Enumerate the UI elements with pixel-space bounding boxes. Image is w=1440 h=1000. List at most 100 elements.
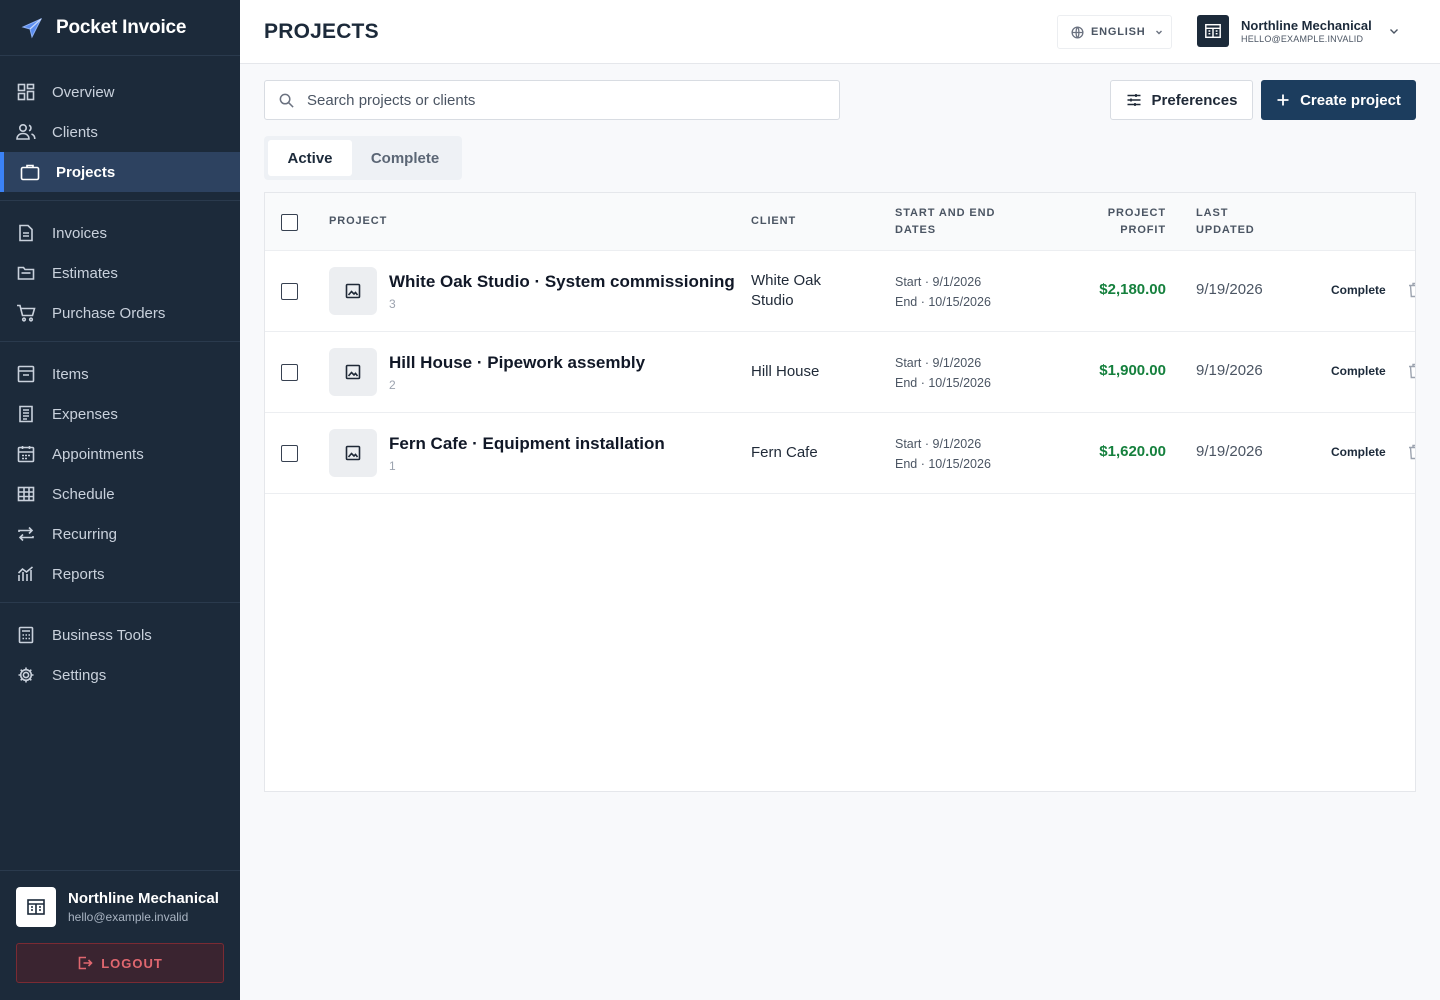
client-name: Hill House [751, 362, 819, 382]
preferences-button[interactable]: Preferences [1110, 80, 1253, 120]
delete-icon[interactable] [1408, 444, 1415, 465]
sidebar-item-label: Recurring [52, 525, 118, 543]
sidebar-footer: Northline Mechanical hello@example.inval… [0, 870, 240, 1000]
project-number: 1 [389, 459, 396, 473]
column-header-profit-line1: PROJECT [1107, 207, 1166, 219]
project-name[interactable]: Fern Cafe · Equipment installation [389, 434, 665, 454]
column-header-dates-line1: START AND END [895, 207, 996, 219]
project-name[interactable]: Hill House · Pipework assembly [389, 353, 645, 373]
row-checkbox[interactable] [281, 445, 298, 462]
create-label: Create project [1300, 91, 1401, 109]
paper-plane-icon [21, 17, 43, 38]
project-number: 2 [389, 378, 396, 392]
tab-complete[interactable]: Complete [352, 140, 458, 176]
brand[interactable]: Pocket Invoice [0, 0, 240, 56]
column-header-updated-line2: UPDATED [1196, 224, 1255, 236]
sidebar-item-schedule[interactable]: Schedule [0, 474, 240, 514]
sidebar-item-label: Reports [52, 565, 105, 583]
globe-icon [1071, 25, 1084, 39]
table-row[interactable]: Hill House · Pipework assembly 2 Hill Ho… [265, 332, 1415, 413]
table-icon [16, 484, 36, 504]
app-name: Pocket Invoice [56, 16, 187, 38]
sidebar-item-projects[interactable]: Projects [0, 152, 240, 192]
sidebar-account[interactable]: Northline Mechanical hello@example.inval… [16, 887, 224, 927]
table-row[interactable]: White Oak Studio · System commissioning … [265, 251, 1415, 332]
sidebar-item-label: Schedule [52, 485, 115, 503]
project-profit: $2,180.00 [1099, 281, 1166, 298]
delete-icon[interactable] [1408, 363, 1415, 384]
sidebar-item-recurring[interactable]: Recurring [0, 514, 240, 554]
building-icon [16, 887, 56, 927]
table-row[interactable]: Fern Cafe · Equipment installation 1 Fer… [265, 413, 1415, 494]
tab-active[interactable]: Active [268, 140, 352, 176]
start-date: Start · 9/1/2026 [895, 437, 982, 451]
plus-icon [1277, 94, 1289, 106]
user-menu[interactable]: Northline Mechanical HELLO@EXAMPLE.INVAL… [1197, 15, 1400, 47]
building-icon [1197, 15, 1229, 47]
preferences-label: Preferences [1151, 91, 1238, 109]
sidebar-item-business-tools[interactable]: Business Tools [0, 615, 240, 655]
sidebar-item-label: Appointments [52, 445, 144, 463]
mark-complete-button[interactable]: Complete [1331, 364, 1386, 378]
row-checkbox[interactable] [281, 283, 298, 300]
client-name-line1: Fern Cafe [751, 444, 818, 461]
language-selector[interactable]: ENGLISH [1057, 15, 1172, 49]
users-icon [16, 122, 36, 142]
status-tabs: Active Complete [264, 136, 462, 180]
sidebar-item-estimates[interactable]: Estimates [0, 253, 240, 293]
client-name: Fern Cafe [751, 443, 818, 463]
calendar-icon [16, 444, 36, 464]
client-name-line2: Studio [751, 292, 794, 309]
sidebar-item-expenses[interactable]: Expenses [0, 394, 240, 434]
document-icon [16, 223, 36, 243]
column-header-updated[interactable]: LAST UPDATED [1196, 205, 1255, 239]
calculator-icon [16, 625, 36, 645]
sidebar-item-overview[interactable]: Overview [0, 72, 240, 112]
sidebar-item-items[interactable]: Items [0, 354, 240, 394]
column-header-dates[interactable]: START AND END DATES [895, 205, 995, 239]
page-title: PROJECTS [264, 20, 379, 43]
sidebar-item-clients[interactable]: Clients [0, 112, 240, 152]
sidebar-item-appointments[interactable]: Appointments [0, 434, 240, 474]
sidebar-item-label: Settings [52, 666, 107, 684]
table-header: PROJECT CLIENT START AND END DATES PROJE… [265, 193, 1415, 251]
cart-icon [16, 303, 36, 323]
nav-group-documents: Invoices Estimates Purchase Orders [0, 201, 240, 342]
mark-complete-button[interactable]: Complete [1331, 445, 1386, 459]
user-name: Northline Mechanical [1241, 18, 1372, 33]
sidebar-item-label: Business Tools [52, 626, 152, 644]
chevron-down-icon [1389, 29, 1398, 34]
logout-label: LOGOUT [101, 955, 163, 971]
delete-icon[interactable] [1408, 282, 1415, 303]
search-icon [279, 93, 294, 108]
sliders-icon [1127, 94, 1141, 106]
logout-button[interactable]: LOGOUT [16, 943, 224, 983]
sidebar-item-settings[interactable]: Settings [0, 655, 240, 695]
grid-icon [16, 82, 36, 102]
chevron-down-icon [1155, 30, 1162, 35]
end-date: End · 10/15/2026 [895, 376, 991, 390]
client-name: White Oak Studio [751, 271, 821, 311]
language-label: ENGLISH [1091, 26, 1146, 38]
column-header-project[interactable]: PROJECT [329, 213, 387, 230]
select-all-checkbox[interactable] [281, 214, 298, 231]
project-name[interactable]: White Oak Studio · System commissioning [389, 272, 735, 292]
sidebar-item-purchase-orders[interactable]: Purchase Orders [0, 293, 240, 333]
search-input[interactable]: Search projects or clients [264, 80, 840, 120]
project-profit: $1,900.00 [1099, 362, 1166, 379]
mark-complete-button[interactable]: Complete [1331, 283, 1386, 297]
sidebar-item-reports[interactable]: Reports [0, 554, 240, 594]
end-date: End · 10/15/2026 [895, 295, 991, 309]
chart-icon [16, 564, 36, 584]
last-updated: 9/19/2026 [1196, 443, 1263, 460]
row-checkbox[interactable] [281, 364, 298, 381]
sidebar: Pocket Invoice Overview Clients Projects… [0, 0, 240, 1000]
create-project-button[interactable]: Create project [1261, 80, 1416, 120]
column-header-profit[interactable]: PROJECT PROFIT [1108, 205, 1166, 239]
repeat-icon [16, 524, 36, 544]
sidebar-item-invoices[interactable]: Invoices [0, 213, 240, 253]
nav-group-tools: Items Expenses Appointments Schedule Rec… [0, 342, 240, 603]
column-header-client[interactable]: CLIENT [751, 213, 796, 230]
sidebar-item-label: Clients [52, 123, 98, 141]
last-updated: 9/19/2026 [1196, 362, 1263, 379]
